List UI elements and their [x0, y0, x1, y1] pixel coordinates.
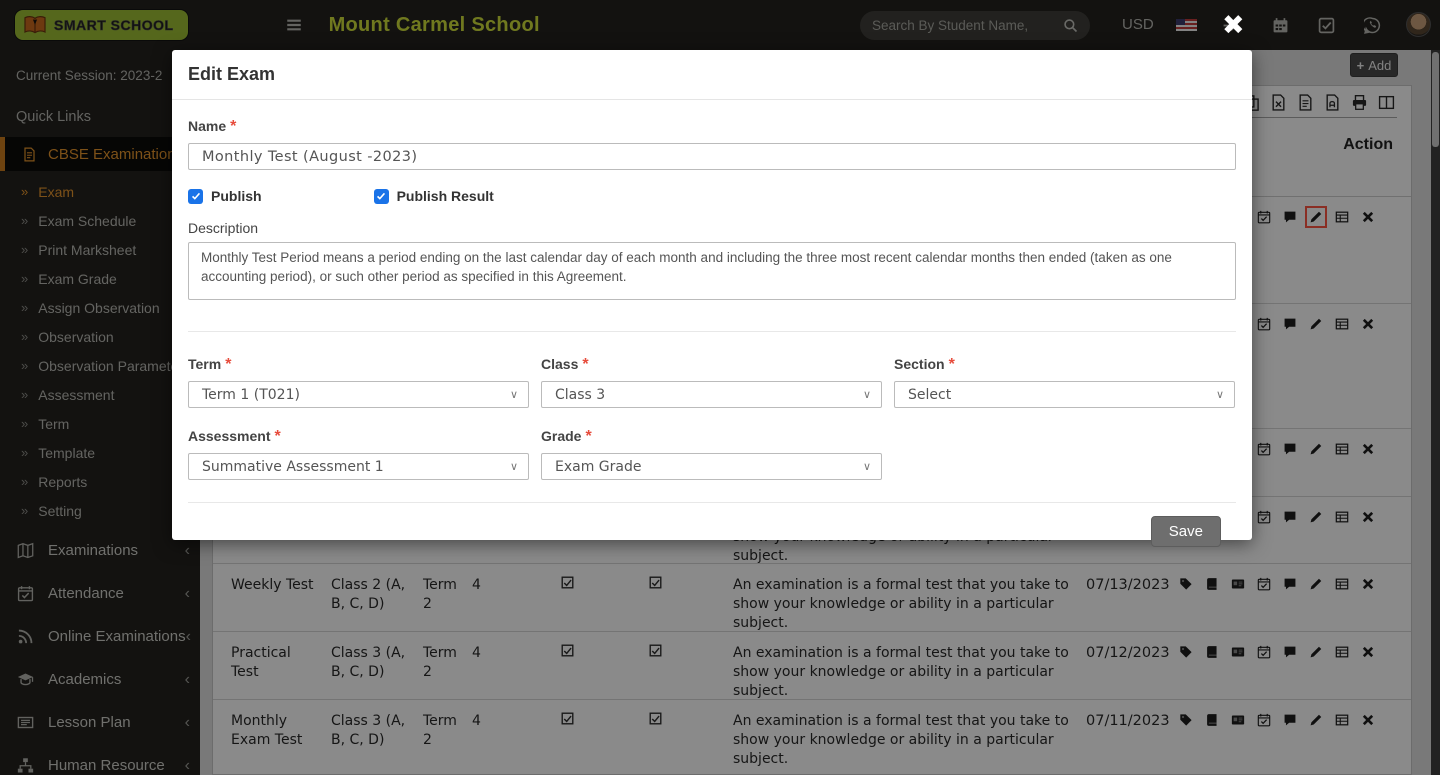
required-marker: *: [230, 118, 236, 135]
chevron-down-icon: ∨: [510, 460, 518, 473]
smart-school-app: SMART SCHOOL Mount Carmel School USD Cur…: [0, 0, 1440, 775]
description-field[interactable]: Monthly Test Period means a period endin…: [188, 242, 1236, 300]
check-icon: [376, 191, 386, 201]
publish-checkbox-group: Publish: [188, 188, 262, 204]
term-select[interactable]: Term 1 (T021)∨: [188, 381, 529, 408]
assessment-label: Assessment: [188, 428, 271, 444]
modal-body: Name* Publish Publish Result Description…: [172, 100, 1252, 560]
chevron-down-icon: ∨: [863, 460, 871, 473]
check-icon: [191, 191, 201, 201]
chevron-down-icon: ∨: [510, 388, 518, 401]
class-label: Class: [541, 356, 578, 372]
section-select[interactable]: Select∨: [894, 381, 1235, 408]
chevron-down-icon: ∨: [1216, 388, 1224, 401]
modal-footer: Save: [188, 502, 1236, 560]
publish-checkbox[interactable]: [188, 189, 203, 204]
name-label: Name: [188, 118, 226, 134]
class-select[interactable]: Class 3∨: [541, 381, 882, 408]
term-label: Term: [188, 356, 221, 372]
save-button[interactable]: Save: [1151, 516, 1221, 547]
modal-close-icon[interactable]: ✖: [1222, 12, 1245, 39]
publish-label: Publish: [211, 188, 262, 204]
edit-exam-modal: Edit Exam Name* Publish Publish Result D…: [172, 50, 1252, 540]
exam-name-field[interactable]: [188, 143, 1236, 170]
assessment-select[interactable]: Summative Assessment 1∨: [188, 453, 529, 480]
publish-result-checkbox[interactable]: [374, 189, 389, 204]
chevron-down-icon: ∨: [863, 388, 871, 401]
publish-result-label: Publish Result: [397, 188, 494, 204]
modal-title: Edit Exam: [188, 64, 275, 84]
grade-select[interactable]: Exam Grade∨: [541, 453, 882, 480]
description-label: Description: [188, 220, 1236, 236]
publish-result-checkbox-group: Publish Result: [374, 188, 494, 204]
modal-header: Edit Exam: [172, 50, 1252, 100]
section-divider: [188, 331, 1236, 332]
section-label: Section: [894, 356, 945, 372]
grade-label: Grade: [541, 428, 581, 444]
